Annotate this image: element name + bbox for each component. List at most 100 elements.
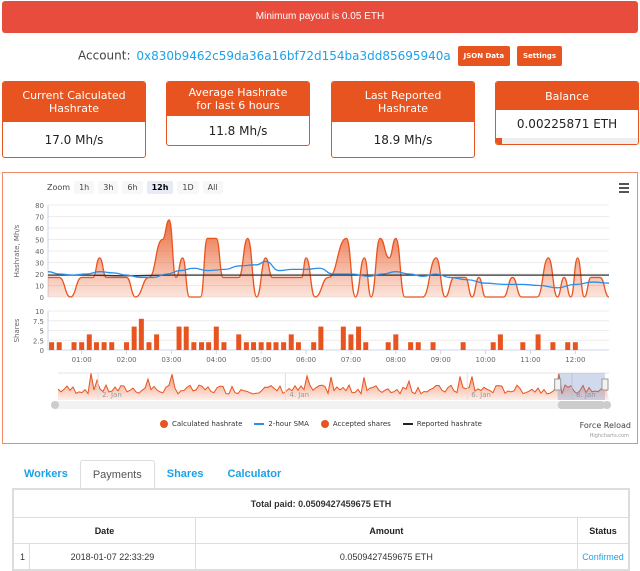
share-bar <box>572 342 578 350</box>
share-bar <box>206 342 212 350</box>
card-title: Current Calculated Hashrate <box>3 82 145 122</box>
y-tick-label: 20 <box>35 271 44 279</box>
share-bar <box>430 342 436 350</box>
y-tick-label: 2.5 <box>33 337 44 345</box>
share-bar <box>535 334 541 350</box>
share-bar <box>221 342 227 350</box>
share-bar <box>408 342 414 350</box>
force-reload-link[interactable]: Force Reload <box>580 421 631 430</box>
share-bar <box>191 342 197 350</box>
column-header-amount: Amount <box>194 517 578 544</box>
share-bar <box>490 342 496 350</box>
share-bar <box>318 326 324 350</box>
legend-label: Calculated hashrate <box>171 420 243 428</box>
legend-item-shares[interactable]: Accepted shares <box>320 420 391 428</box>
x-tick-label: 09:00 <box>431 356 451 364</box>
card-value: 17.0 Mh/s <box>44 133 104 147</box>
share-bar <box>154 334 160 350</box>
y-tick-label: 10 <box>35 308 44 316</box>
x-tick-label: 10:00 <box>475 356 495 364</box>
share-bar <box>460 342 466 350</box>
chart-plot: 0 10 20 30 40 50 60 70 80 Hashrate, Mh/s 0 2.55 7.5 1… <box>13 202 611 409</box>
account-label: Account: <box>78 48 131 63</box>
scrollbar-thumb <box>557 401 605 409</box>
highcharts-credits[interactable]: Highcharts.com <box>590 433 629 439</box>
column-header-date: Date <box>13 517 196 544</box>
balance-progress-fill <box>496 138 503 144</box>
share-bar <box>497 334 503 350</box>
payments-table: Total paid: 0.0509427459675 ETH Date Amo… <box>12 488 630 571</box>
scrollbar-right-arrow <box>603 401 611 409</box>
y-tick-label: 60 <box>35 225 44 233</box>
share-bar <box>56 342 62 350</box>
navigator-date-label: 4. Jan <box>289 391 309 399</box>
tab-workers[interactable]: Workers <box>12 460 80 489</box>
share-bar <box>93 342 99 350</box>
share-bar <box>49 342 55 350</box>
share-bar <box>415 342 421 350</box>
scrollbar-left-arrow <box>51 401 59 409</box>
x-tick-label: 03:00 <box>161 356 181 364</box>
share-bar <box>124 342 130 350</box>
card-current-hashrate: Current Calculated Hashrate 17.0 Mh/s <box>2 81 146 158</box>
share-bar <box>258 342 264 350</box>
share-bar <box>71 342 77 350</box>
share-bar <box>131 326 137 350</box>
share-bar <box>340 326 346 350</box>
card-title: Last Reported Hashrate <box>332 82 474 122</box>
tab-bar: Workers Payments Shares Calculator <box>12 460 293 489</box>
share-bar <box>146 342 152 350</box>
x-tick-label: 08:00 <box>386 356 406 364</box>
legend-label: Reported hashrate <box>416 420 482 428</box>
card-value: 18.9 Mh/s <box>373 133 433 147</box>
share-bar <box>79 342 85 350</box>
share-bar <box>236 334 242 350</box>
share-bar <box>288 334 294 350</box>
y-tick-label: 30 <box>35 260 44 268</box>
json-data-button[interactable]: JSON Data <box>457 46 511 66</box>
share-bar <box>109 342 115 350</box>
share-bar <box>550 342 556 350</box>
scrollbar-track <box>51 401 611 409</box>
x-tick-label: 06:00 <box>296 356 316 364</box>
settings-button[interactable]: Settings <box>516 46 562 66</box>
card-value: 11.8 Mh/s <box>208 124 268 138</box>
share-bar <box>311 342 317 350</box>
account-address-link[interactable]: 0x830b9462c59da36a16bf72d154ba3dd8569594… <box>136 49 450 63</box>
y-tick-label: 50 <box>35 237 44 245</box>
legend-item-reported[interactable]: Reported hashrate <box>402 420 482 428</box>
card-average-hashrate: Average Hashrate for last 6 hours 11.8 M… <box>166 81 310 146</box>
card-balance: Balance 0.00225871 ETH <box>495 81 639 145</box>
y-tick-label: 5 <box>40 328 44 336</box>
hashrate-chart: Zoom 1h 3h 6h 12h 1D All 0 10 20 30 40 50 60 70… <box>2 172 638 444</box>
y-axis-title: Hashrate, Mh/s <box>13 224 21 277</box>
y-tick-label: 40 <box>35 248 44 256</box>
share-bar <box>101 342 107 350</box>
share-bar <box>176 326 182 350</box>
share-bar <box>198 342 204 350</box>
tab-shares[interactable]: Shares <box>155 460 216 489</box>
share-bar <box>393 334 399 350</box>
x-tick-label: 07:00 <box>341 356 361 364</box>
share-bar <box>273 342 279 350</box>
x-tick-label: 11:00 <box>520 356 540 364</box>
legend-item-sma[interactable]: 2-hour SMA <box>254 420 309 428</box>
card-title: Average Hashrate for last 6 hours <box>167 82 309 116</box>
x-tick-label: 12:00 <box>565 356 585 364</box>
share-bar <box>213 326 219 350</box>
share-bar <box>86 334 92 350</box>
tab-payments[interactable]: Payments <box>79 460 155 489</box>
legend-label: 2-hour SMA <box>268 420 309 428</box>
navigator-selection <box>557 373 605 400</box>
x-tick-label: 05:00 <box>251 356 271 364</box>
navigator-date-label: 6. Jan <box>471 391 491 399</box>
balance-progress-bar <box>496 138 638 144</box>
tab-calculator[interactable]: Calculator <box>215 460 293 489</box>
navigator-handle-left <box>554 378 562 391</box>
y-tick-label: 0 <box>40 294 44 302</box>
y-tick-label: 10 <box>35 283 44 291</box>
share-bar <box>565 342 571 350</box>
y-tick-label: 7.5 <box>33 318 44 326</box>
legend-item-calculated[interactable]: Calculated hashrate <box>159 420 243 428</box>
card-title: Balance <box>496 82 638 110</box>
